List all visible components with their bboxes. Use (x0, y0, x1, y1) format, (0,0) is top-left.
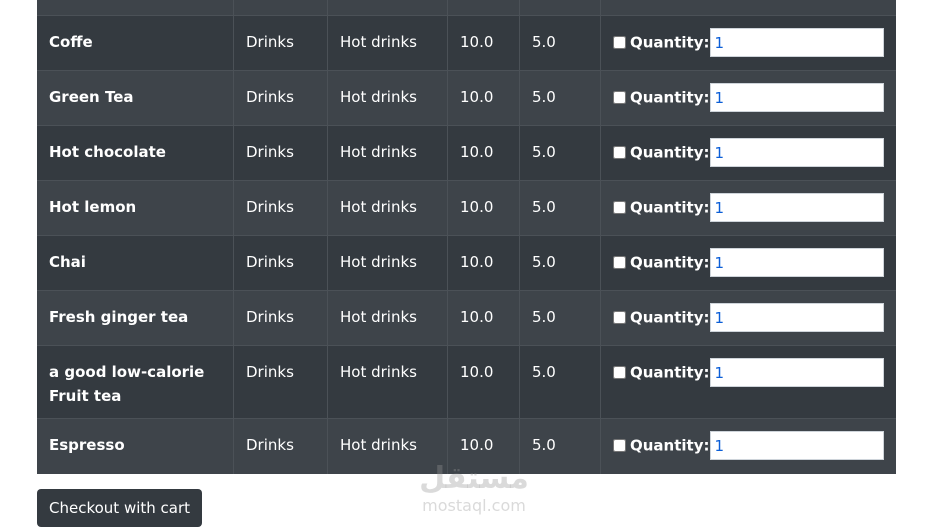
product-name: Green Tea (37, 70, 234, 126)
select-checkbox[interactable] (613, 366, 626, 379)
quantity-label: Quantity: (630, 33, 710, 52)
product-price: 10.0 (447, 180, 520, 236)
quantity-input[interactable] (709, 303, 884, 332)
product-discount: 5.0 (519, 180, 601, 236)
product-price (447, 0, 520, 16)
product-category: Drinks (233, 235, 328, 291)
quantity-cell: Quantity: (600, 345, 896, 419)
product-discount: 5.0 (519, 345, 601, 419)
product-discount: 5.0 (519, 290, 601, 346)
watermark-text: mostaql.com (422, 496, 526, 515)
product-category (233, 0, 328, 16)
select-checkbox[interactable] (613, 201, 626, 214)
product-price: 10.0 (447, 125, 520, 181)
quantity-cell: Quantity: (600, 15, 896, 71)
select-checkbox[interactable] (613, 91, 626, 104)
product-price: 10.0 (447, 70, 520, 126)
table-row (37, 0, 896, 16)
product-name: Fresh ginger tea (37, 290, 234, 346)
product-subcategory: Hot drinks (327, 15, 448, 71)
product-subcategory: Hot drinks (327, 235, 448, 291)
product-subcategory: Hot drinks (327, 125, 448, 181)
table-row: Green Tea Drinks Hot drinks 10.0 5.0 Quantity… (37, 70, 896, 126)
product-name: Coffe (37, 15, 234, 71)
quantity-cell: Quantity: (600, 125, 896, 181)
product-discount: 5.0 (519, 70, 601, 126)
product-name: Chai (37, 235, 234, 291)
watermark: مستقل mostaql.com (414, 461, 534, 516)
product-subcategory (327, 0, 448, 16)
table-row: a good low-calorie Fruit tea Drinks Hot dr… (37, 345, 896, 419)
product-price: 10.0 (447, 345, 520, 419)
product-subcategory: Hot drinks (327, 345, 448, 419)
quantity-cell (600, 0, 896, 16)
product-name: a good low-calorie Fruit tea (37, 345, 234, 419)
product-name: Espresso (37, 418, 234, 474)
product-subcategory: Hot drinks (327, 180, 448, 236)
product-price: 10.0 (447, 235, 520, 291)
quantity-cell: Quantity: (600, 290, 896, 346)
quantity-input[interactable] (709, 138, 884, 167)
checkout-button[interactable]: Checkout with cart (37, 489, 203, 527)
watermark-logo: مستقل (419, 461, 529, 496)
quantity-label: Quantity: (630, 436, 710, 455)
product-category: Drinks (233, 345, 328, 419)
product-category: Drinks (233, 418, 328, 474)
product-category: Drinks (233, 15, 328, 71)
quantity-input[interactable] (709, 28, 884, 57)
quantity-label: Quantity: (630, 88, 710, 107)
select-checkbox[interactable] (613, 256, 626, 269)
product-discount: 5.0 (519, 235, 601, 291)
product-discount (519, 0, 601, 16)
quantity-cell: Quantity: (600, 235, 896, 291)
quantity-label: Quantity: (630, 253, 710, 272)
table-row: Chai Drinks Hot drinks 10.0 5.0 Quantity: (37, 235, 896, 291)
select-checkbox[interactable] (613, 36, 626, 49)
select-checkbox[interactable] (613, 146, 626, 159)
product-name (37, 0, 234, 16)
quantity-cell: Quantity: (600, 180, 896, 236)
select-checkbox[interactable] (613, 311, 626, 324)
quantity-label: Quantity: (630, 143, 710, 162)
product-name: Hot lemon (37, 180, 234, 236)
product-category: Drinks (233, 70, 328, 126)
quantity-label: Quantity: (630, 308, 710, 327)
product-name: Hot chocolate (37, 125, 234, 181)
table-row: Hot lemon Drinks Hot drinks 10.0 5.0 Quantity… (37, 180, 896, 236)
table-row: Fresh ginger tea Drinks Hot drinks 10.0 5.0 Q… (37, 290, 896, 346)
product-price: 10.0 (447, 15, 520, 71)
quantity-cell: Quantity: (600, 70, 896, 126)
table-row: Coffe Drinks Hot drinks 10.0 5.0 Quantity: (37, 15, 896, 71)
table-row: Hot chocolate Drinks Hot drinks 10.0 5.0 Quan… (37, 125, 896, 181)
product-discount: 5.0 (519, 15, 601, 71)
product-subcategory: Hot drinks (327, 70, 448, 126)
quantity-input[interactable] (709, 248, 884, 277)
quantity-input[interactable] (709, 431, 884, 460)
products-table: CoffeDrinksHot drinks10.05.0Quantity:Gre… (37, 0, 896, 474)
quantity-cell: Quantity: (600, 418, 896, 474)
product-discount: 5.0 (519, 125, 601, 181)
product-category: Drinks (233, 125, 328, 181)
product-category: Drinks (233, 290, 328, 346)
product-category: Drinks (233, 180, 328, 236)
product-price: 10.0 (447, 290, 520, 346)
product-subcategory: Hot drinks (327, 290, 448, 346)
quantity-input[interactable] (709, 83, 884, 112)
quantity-label: Quantity: (630, 198, 710, 217)
select-checkbox[interactable] (613, 439, 626, 452)
quantity-input[interactable] (709, 358, 884, 387)
quantity-label: Quantity: (630, 363, 710, 382)
quantity-input[interactable] (709, 193, 884, 222)
